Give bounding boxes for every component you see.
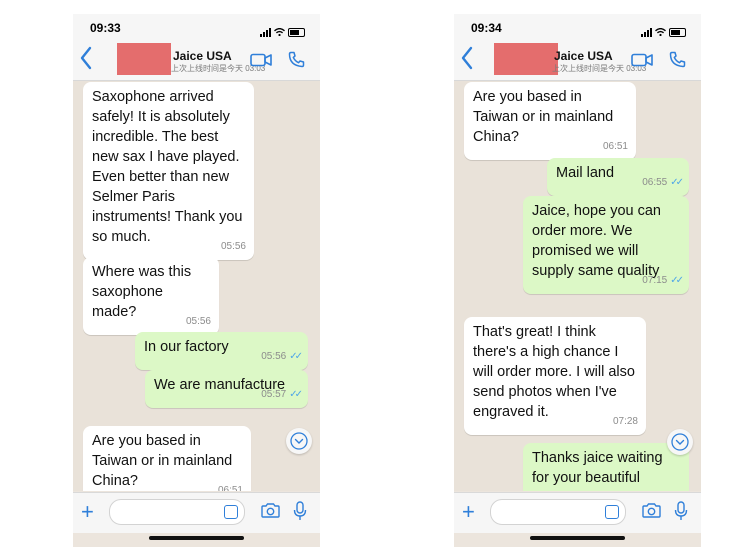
video-camera-icon[interactable] bbox=[631, 53, 653, 72]
input-bar: + bbox=[73, 492, 320, 533]
microphone-icon[interactable] bbox=[674, 501, 688, 526]
contact-name[interactable]: Jaice USA bbox=[554, 49, 613, 63]
status-bar: 09:33 bbox=[73, 14, 320, 40]
phone-icon[interactable] bbox=[669, 51, 686, 73]
status-bar: 09:34 bbox=[454, 14, 701, 40]
message-incoming[interactable]: Are you based in Taiwan or in mainland C… bbox=[83, 426, 251, 491]
sticker-icon[interactable] bbox=[605, 505, 619, 519]
home-indicator bbox=[149, 536, 244, 540]
camera-icon[interactable] bbox=[642, 503, 661, 523]
message-incoming[interactable]: Are you based in Taiwan or in mainland C… bbox=[464, 82, 636, 160]
avatar-redacted[interactable] bbox=[117, 43, 171, 75]
message-outgoing[interactable]: We are manufacture 05:57 ✓✓ bbox=[145, 370, 308, 408]
chat-header: Jaice USA 上次上线时间是今天 03:03 bbox=[454, 40, 701, 81]
input-bar: + bbox=[454, 492, 701, 533]
status-time: 09:33 bbox=[90, 21, 121, 35]
signal-icon bbox=[641, 27, 652, 37]
sticker-icon[interactable] bbox=[224, 505, 238, 519]
wifi-icon bbox=[274, 23, 285, 41]
message-incoming[interactable]: Saxophone arrived safely! It is absolute… bbox=[83, 82, 254, 260]
battery-icon bbox=[288, 27, 305, 37]
message-time: 05:56 bbox=[220, 241, 246, 252]
left-screenshot: 09:33 Jaice USA 上次上线时间是今天 03:03 Saxophon… bbox=[73, 14, 320, 547]
phone-icon[interactable] bbox=[288, 51, 305, 73]
chevron-down-circle-icon bbox=[290, 432, 308, 450]
message-text: That's great! I think there's a high cha… bbox=[473, 324, 635, 420]
wifi-icon bbox=[655, 23, 666, 41]
message-incoming[interactable]: Where was this saxophone made? 05:56 bbox=[83, 257, 219, 335]
home-indicator bbox=[530, 536, 625, 540]
status-icons bbox=[641, 23, 686, 41]
message-time-status: 07:15 ✓✓ bbox=[642, 271, 684, 291]
chat-area[interactable]: Saxophone arrived safely! It is absolute… bbox=[73, 81, 320, 491]
message-text: Saxophone arrived safely! It is absolute… bbox=[92, 89, 243, 245]
chat-area[interactable]: Are you based in Taiwan or in mainland C… bbox=[454, 81, 701, 491]
scroll-down-button[interactable] bbox=[667, 429, 693, 455]
microphone-icon[interactable] bbox=[293, 501, 307, 526]
back-chevron-icon[interactable] bbox=[461, 46, 473, 75]
message-input[interactable] bbox=[109, 499, 245, 525]
message-outgoing[interactable]: Thanks jaice waiting for your beautiful bbox=[523, 443, 689, 491]
read-receipt-icon: ✓✓ bbox=[289, 389, 303, 400]
video-camera-icon[interactable] bbox=[250, 53, 272, 72]
battery-icon bbox=[669, 27, 686, 37]
signal-icon bbox=[260, 27, 271, 37]
message-input[interactable] bbox=[490, 499, 626, 525]
message-time: 05:56 bbox=[185, 316, 211, 327]
message-time: 07:28 bbox=[612, 416, 638, 427]
message-time-status: 05:56 ✓✓ bbox=[261, 347, 303, 367]
plus-icon[interactable]: + bbox=[81, 501, 94, 523]
message-outgoing[interactable]: Mail land 06:55 ✓✓ bbox=[547, 158, 689, 196]
message-incoming[interactable]: That's great! I think there's a high cha… bbox=[464, 317, 646, 435]
contact-name[interactable]: Jaice USA bbox=[173, 49, 232, 63]
message-time-status: 05:57 ✓✓ bbox=[261, 385, 303, 405]
read-receipt-icon: ✓✓ bbox=[670, 177, 684, 188]
status-time: 09:34 bbox=[471, 21, 502, 35]
plus-icon[interactable]: + bbox=[462, 501, 475, 523]
chat-header: Jaice USA 上次上线时间是今天 03:03 bbox=[73, 40, 320, 81]
right-screenshot: 09:34 Jaice USA 上次上线时间是今天 03:03 Are you … bbox=[454, 14, 701, 547]
chevron-down-circle-icon bbox=[671, 433, 689, 451]
avatar-redacted[interactable] bbox=[494, 43, 558, 75]
back-chevron-icon[interactable] bbox=[80, 46, 92, 75]
message-text: Thanks jaice waiting for your beautiful bbox=[532, 450, 663, 486]
message-outgoing[interactable]: Jaice, hope you can order more. We promi… bbox=[523, 196, 689, 294]
message-time: 06:51 bbox=[602, 141, 628, 152]
status-icons bbox=[260, 23, 305, 41]
camera-icon[interactable] bbox=[261, 503, 280, 523]
scroll-down-button[interactable] bbox=[286, 428, 312, 454]
message-time-status: 06:55 ✓✓ bbox=[642, 173, 684, 193]
message-text: Jaice, hope you can order more. We promi… bbox=[532, 203, 661, 279]
read-receipt-icon: ✓✓ bbox=[289, 351, 303, 362]
message-outgoing[interactable]: In our factory 05:56 ✓✓ bbox=[135, 332, 308, 370]
message-time: 06:51 bbox=[217, 485, 243, 491]
read-receipt-icon: ✓✓ bbox=[670, 275, 684, 286]
